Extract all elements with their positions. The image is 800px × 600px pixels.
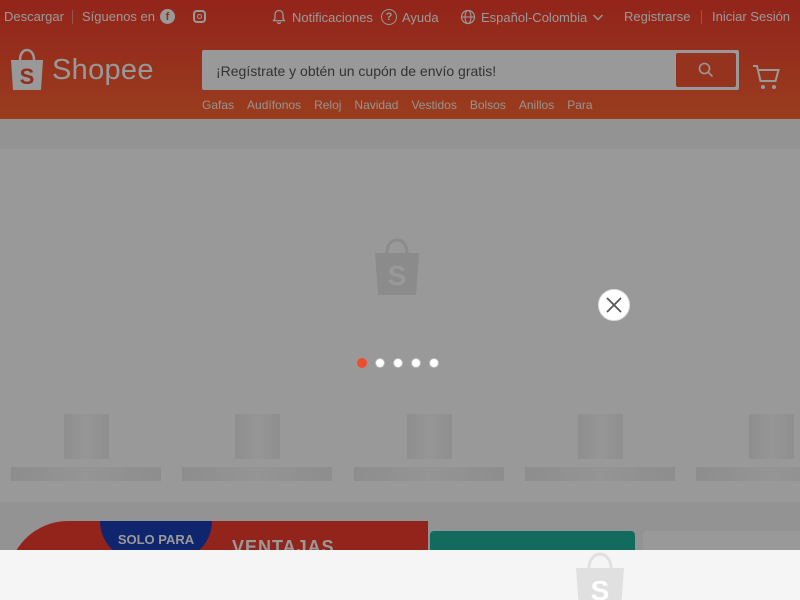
carousel-dot-active[interactable] [357,358,367,368]
carousel-dot[interactable] [375,358,385,368]
svg-text:S: S [591,575,610,600]
carousel-dots [357,358,439,368]
close-icon [606,297,622,313]
popup-loading-area: S [0,550,800,600]
shopee-bag-placeholder-icon: S [576,552,624,600]
carousel-dot[interactable] [429,358,439,368]
carousel-dot[interactable] [393,358,403,368]
modal-overlay[interactable] [0,0,800,600]
close-button[interactable] [598,289,630,321]
carousel-dot[interactable] [411,358,421,368]
